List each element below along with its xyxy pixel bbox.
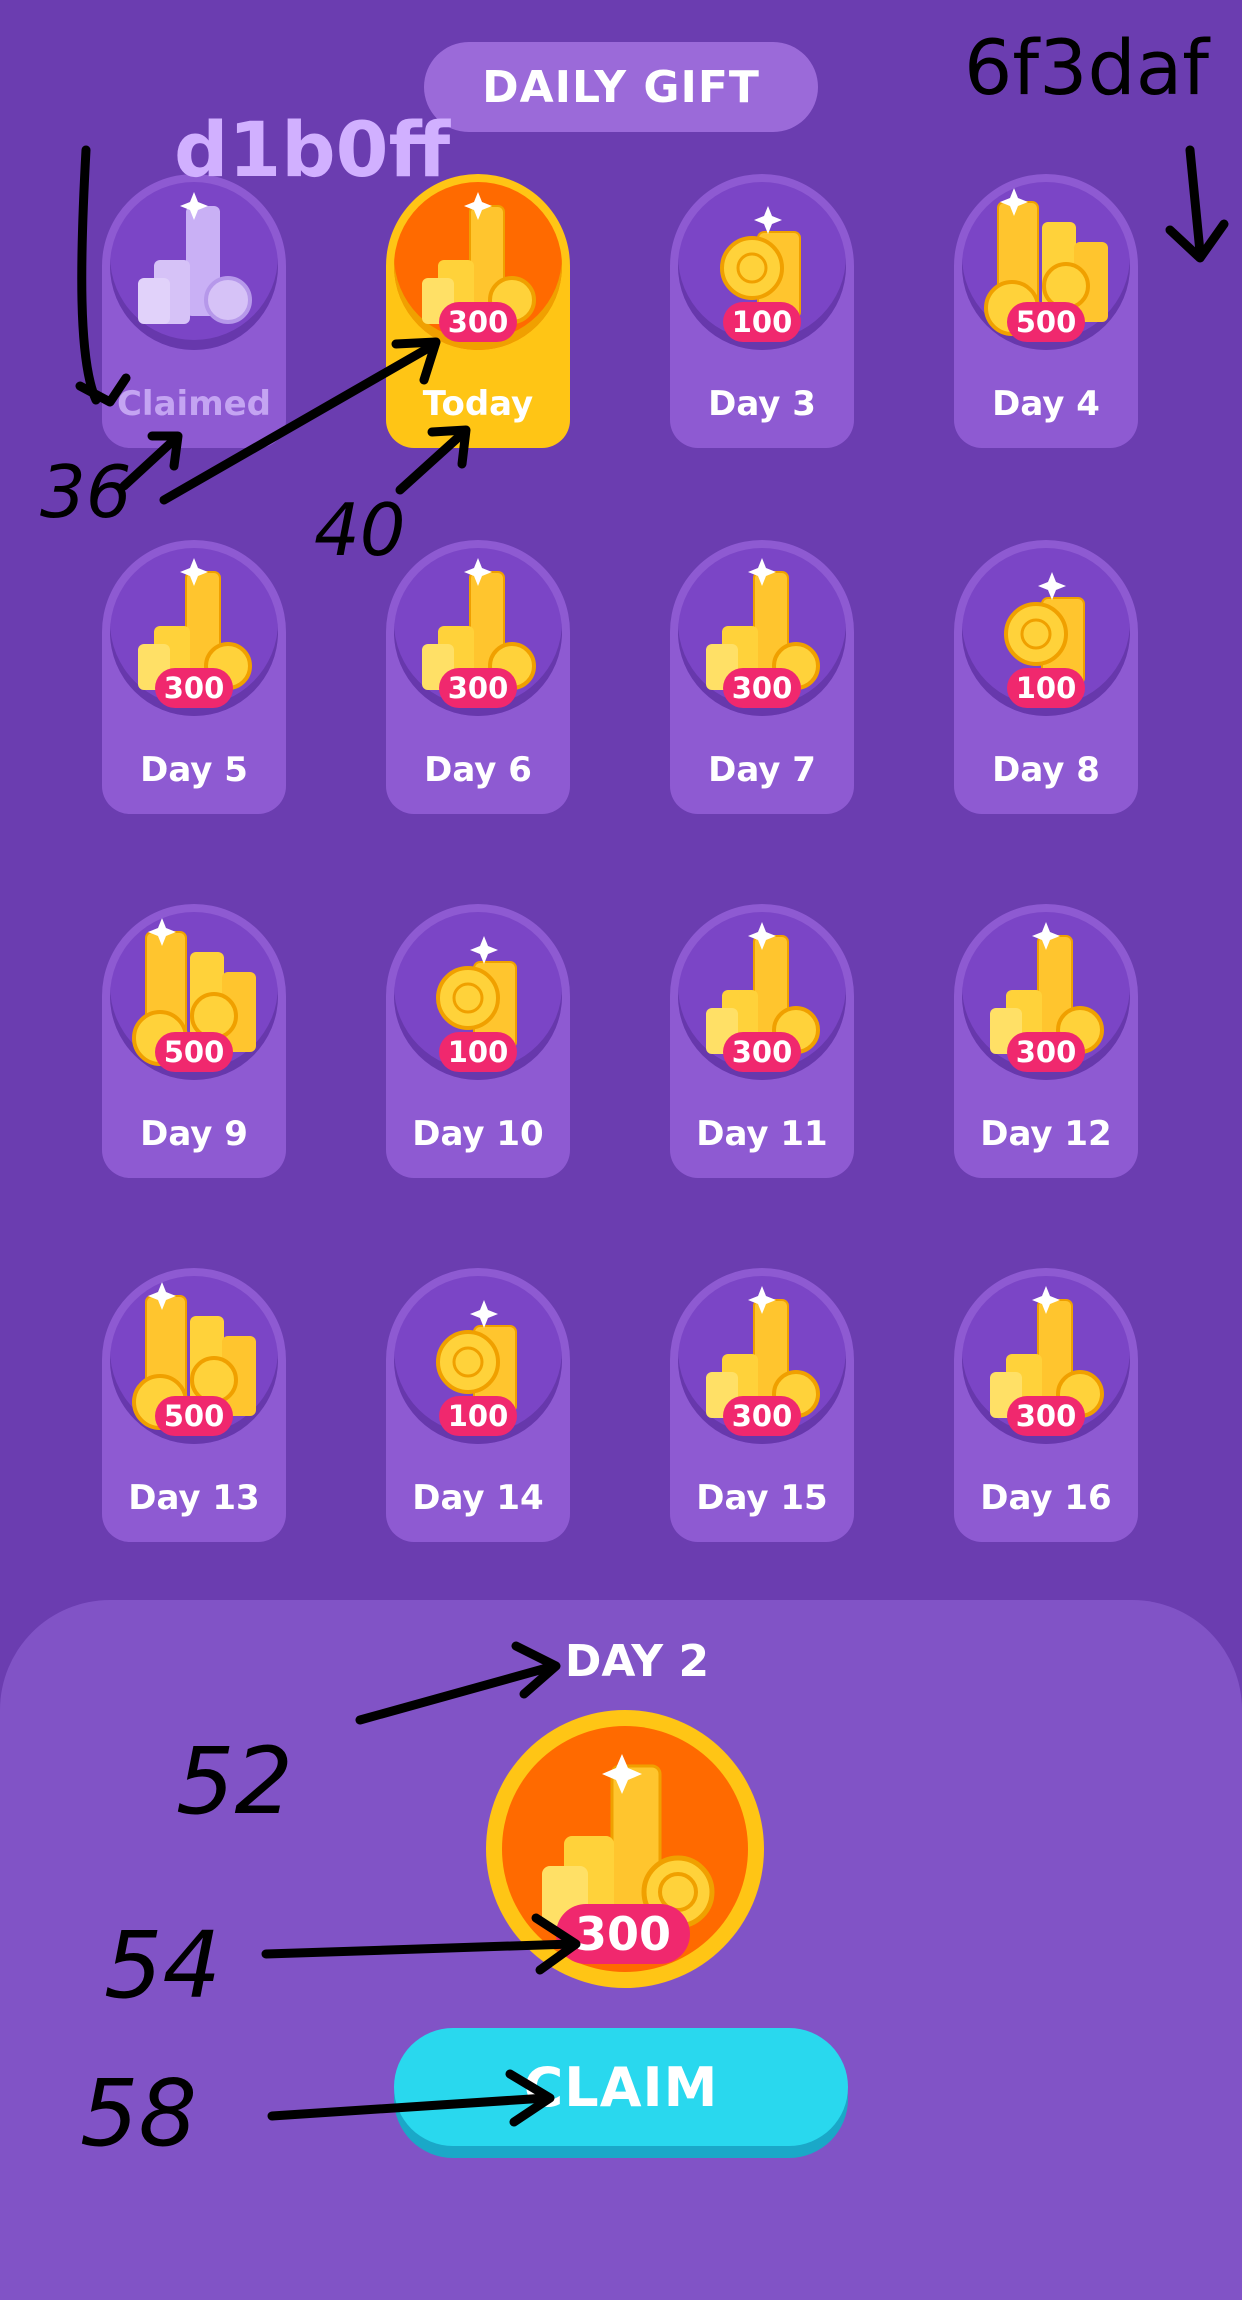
day-reward-card[interactable]: 100 Day 8 (954, 540, 1138, 814)
coin-amount-badge: 300 (1007, 1032, 1085, 1072)
day-reward-card[interactable]: 300 Day 12 (954, 904, 1138, 1178)
day-reward-card[interactable]: 500 Day 4 (954, 174, 1138, 448)
day-label: Day 4 (992, 384, 1100, 424)
day-label: Day 6 (424, 750, 532, 790)
day-reward-card[interactable]: 300 Day 11 (670, 904, 854, 1178)
coin-stack-icon (110, 182, 278, 350)
day-reward-card[interactable]: 100 Day 14 (386, 1268, 570, 1542)
coin-amount-badge: 500 (155, 1396, 233, 1436)
annotation-number: 54 (104, 1912, 222, 2019)
day-label: Day 12 (980, 1114, 1112, 1154)
annotation-number: 36 (40, 450, 132, 534)
day-label: Claimed (116, 384, 272, 424)
coin-amount-badge: 300 (1007, 1396, 1085, 1436)
day-label: Day 11 (696, 1114, 828, 1154)
coin-amount-badge: 100 (1007, 668, 1085, 708)
day-label: Day 7 (708, 750, 816, 790)
day-reward-card[interactable]: 300 Day 15 (670, 1268, 854, 1542)
coin-amount-badge: 300 (723, 1032, 801, 1072)
annotation-code-right: 6f3daf (964, 23, 1210, 112)
day-label: Day 3 (708, 384, 816, 424)
annotation-code-left: d1b0ff (174, 105, 451, 194)
day-reward-card[interactable]: 300 Day 16 (954, 1268, 1138, 1542)
day-label: Day 5 (140, 750, 248, 790)
reward-amount-badge: 300 (556, 1904, 690, 1964)
coin-amount-badge: 300 (723, 668, 801, 708)
day-label: Day 15 (696, 1478, 828, 1518)
annotation-number: 52 (176, 1728, 294, 1835)
day-label: Day 14 (412, 1478, 544, 1518)
day-label: Today (422, 384, 534, 424)
annotation-number: 40 (314, 488, 406, 572)
coin-amount-badge: 300 (723, 1396, 801, 1436)
annotation-number: 58 (80, 2060, 198, 2167)
day-reward-card[interactable]: 300 Today (386, 174, 570, 448)
coin-amount-badge: 500 (1007, 302, 1085, 342)
day-reward-card[interactable]: 500 Day 9 (102, 904, 286, 1178)
day-label: Day 8 (992, 750, 1100, 790)
day-label: Day 16 (980, 1478, 1112, 1518)
day-label: Day 10 (412, 1114, 544, 1154)
reward-day-title: DAY 2 (564, 1636, 710, 1687)
day-reward-card[interactable]: Claimed (102, 174, 286, 448)
day-reward-card[interactable]: 300 Day 7 (670, 540, 854, 814)
day-reward-card[interactable]: 300 Day 5 (102, 540, 286, 814)
coin-amount-badge: 100 (439, 1396, 517, 1436)
daily-gift-title: DAILY GIFT (424, 42, 818, 132)
day-label: Day 9 (140, 1114, 248, 1154)
coin-amount-badge: 100 (723, 302, 801, 342)
day-reward-card[interactable]: 100 Day 3 (670, 174, 854, 448)
coin-amount-badge: 100 (439, 1032, 517, 1072)
day-reward-card[interactable]: 100 Day 10 (386, 904, 570, 1178)
coin-amount-badge: 300 (155, 668, 233, 708)
claim-button[interactable]: CLAIM (394, 2028, 848, 2146)
day-reward-card[interactable]: 300 Day 6 (386, 540, 570, 814)
coin-amount-badge: 300 (439, 668, 517, 708)
day-reward-card[interactable]: 500 Day 13 (102, 1268, 286, 1542)
coin-amount-badge: 300 (439, 302, 517, 342)
coin-amount-badge: 500 (155, 1032, 233, 1072)
day-label: Day 13 (128, 1478, 260, 1518)
